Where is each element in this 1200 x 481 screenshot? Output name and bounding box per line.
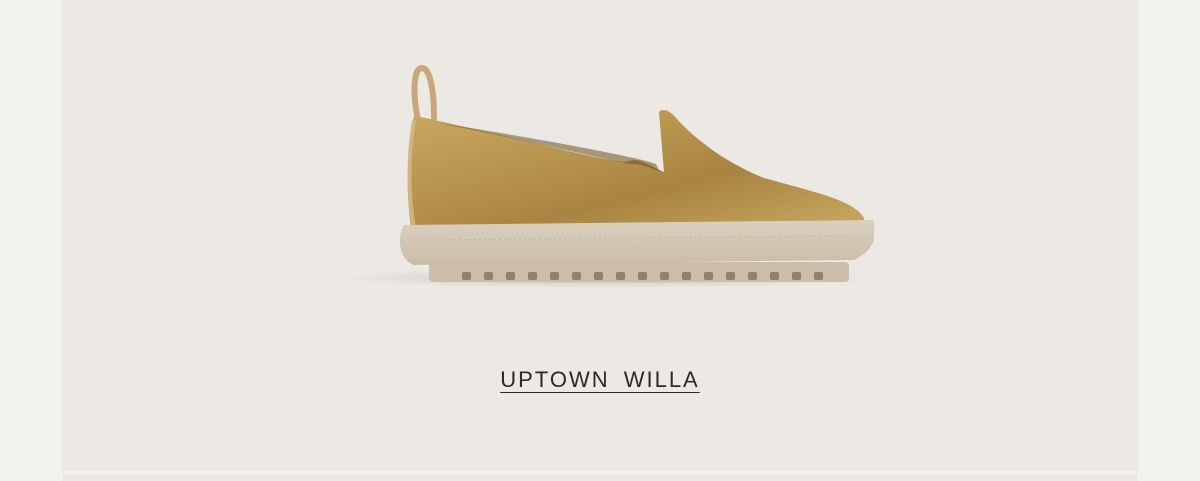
next-card-edge bbox=[62, 474, 1138, 481]
product-name-link[interactable]: UPTOWN WILLA bbox=[500, 367, 700, 393]
product-tile-page: UPTOWN WILLA bbox=[0, 0, 1200, 481]
product-name-container: UPTOWN WILLA bbox=[62, 367, 1138, 393]
product-card[interactable]: UPTOWN WILLA bbox=[62, 0, 1138, 471]
shoe-product-image[interactable] bbox=[334, 60, 874, 300]
